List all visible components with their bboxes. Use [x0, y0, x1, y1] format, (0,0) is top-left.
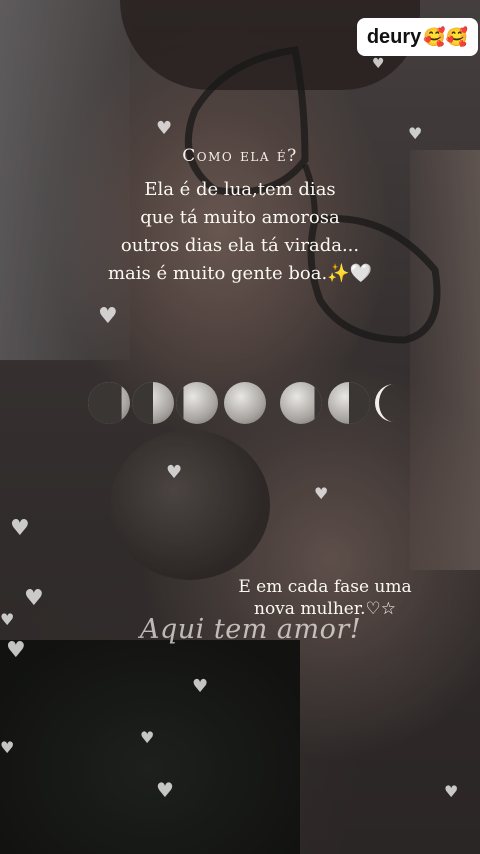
moon-waning-gibbous-icon — [176, 382, 218, 424]
heart-sticker-icon: ♥ — [156, 118, 173, 139]
username-label: deury — [366, 25, 422, 48]
heart-sticker-icon: ♥ — [314, 484, 329, 503]
moon-crescent-icon — [375, 384, 394, 422]
caption-title: Como ela é? — [182, 146, 298, 166]
moon-waxing-gibbous-icon — [280, 382, 322, 424]
script-caption: Aqui tem amor! — [140, 614, 362, 645]
heart-sticker-icon: ♥ — [24, 586, 44, 611]
moon-phases-row — [88, 380, 408, 428]
moon-last-quarter-icon — [132, 382, 174, 424]
heart-sticker-icon: ♥ — [408, 124, 423, 143]
caption-line: que tá muito amorosa — [140, 207, 340, 228]
story-screen: deury 🥰🥰 Como ela é? Ela é de lua,tem di… — [0, 0, 480, 854]
caption-line: Ela é de lua,tem dias — [144, 179, 336, 200]
moon-first-quarter-icon — [328, 382, 370, 424]
heart-sticker-icon: ♥ — [372, 56, 385, 72]
heart-sticker-icon: ♥ — [156, 778, 174, 802]
heart-sticker-icon: ♥ — [0, 610, 15, 629]
heart-sticker-icon: ♥ — [0, 738, 15, 757]
heart-sticker-icon: ♥ — [140, 728, 155, 747]
caption-line: outros dias ela tá virada... — [120, 235, 360, 256]
heart-sticker-icon: ♥ — [10, 516, 30, 541]
heart-sticker-icon: ♥ — [6, 638, 26, 663]
heart-sticker-icon: ♥ — [98, 304, 118, 329]
moon-full-icon — [224, 382, 266, 424]
phase-caption-line: E em cada fase uma — [238, 577, 412, 597]
heart-sticker-icon: ♥ — [192, 676, 209, 697]
heart-sticker-icon: ♥ — [166, 462, 183, 483]
caption-text: Ela é de lua,tem dias que tá muito amoro… — [90, 176, 390, 288]
heart-sticker-icon: ♥ — [444, 782, 459, 801]
smiling-hearts-emoji-icon: 🥰🥰 — [423, 26, 469, 47]
caption-line: mais é muito gente boa.✨🤍 — [107, 263, 373, 284]
username-sticker[interactable]: deury 🥰🥰 — [357, 18, 478, 56]
moon-waning-crescent-icon — [88, 382, 130, 424]
